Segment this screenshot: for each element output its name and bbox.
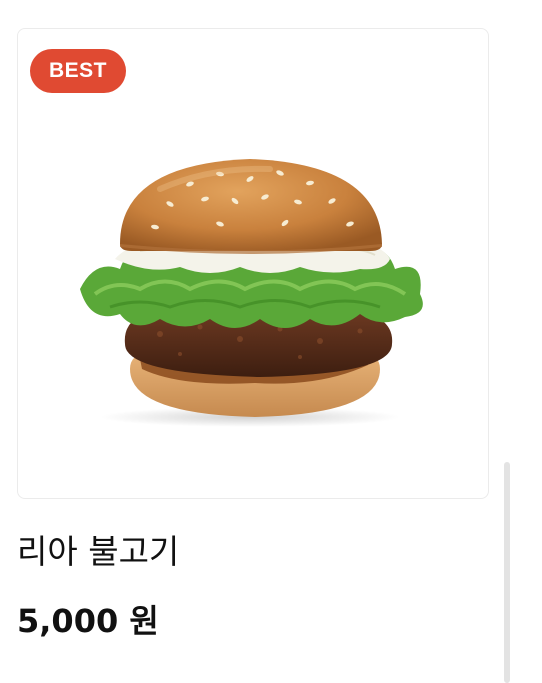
- best-badge: BEST: [30, 49, 126, 93]
- product-name: 리아 불고기: [17, 532, 180, 571]
- product-price: 5,000 원: [17, 602, 159, 640]
- product-card[interactable]: BEST: [17, 28, 489, 499]
- scrollbar[interactable]: [504, 462, 510, 683]
- menu-item-page: BEST 리아 불고기 5,000 원: [0, 0, 542, 683]
- burger-image: [80, 159, 423, 427]
